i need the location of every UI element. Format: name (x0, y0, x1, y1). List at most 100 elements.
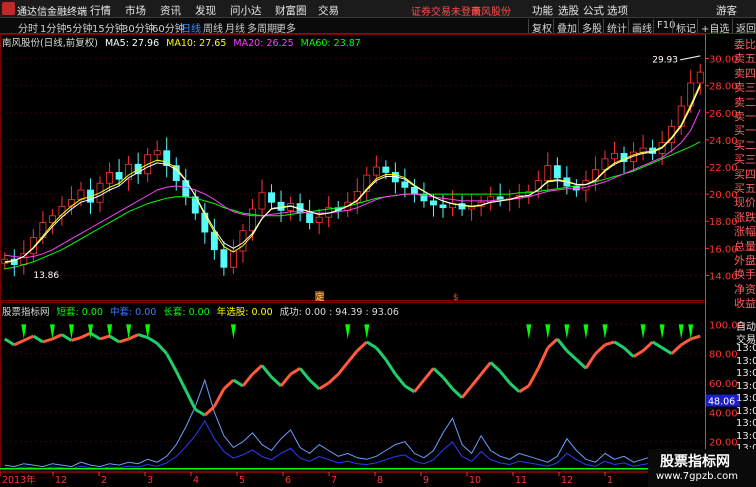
stock-title: 南风股份 (471, 7, 511, 18)
indicator-tick-label: 20.00 (709, 438, 738, 449)
menu-gongneng[interactable]: 功能 (532, 3, 553, 18)
candle-body (696, 71, 704, 84)
menu-hangqing[interactable]: 行情 (90, 3, 111, 18)
app-name: 通达信金融终端 (17, 7, 87, 18)
menu-jiaoyi[interactable]: 交易 (318, 3, 339, 18)
indicator-curve-segment (346, 349, 359, 364)
back-button[interactable]: 返回 (732, 19, 756, 35)
indicator-curve-segment (356, 340, 368, 352)
indicator-curve-segment (165, 352, 178, 372)
tab-more[interactable]: 更多 (276, 20, 296, 35)
indicator-curve-segment (71, 336, 82, 342)
tab-30min[interactable]: 30分钟 (122, 20, 155, 35)
indicator-curve-segment (32, 334, 44, 344)
indicator-curve-segment (661, 346, 673, 355)
indicator-curve-segment (404, 384, 416, 394)
indicator-curve-segment (432, 367, 445, 379)
candle-body (229, 250, 237, 268)
buy-signal-marker (230, 324, 236, 339)
indicator-curve-segment (594, 343, 606, 355)
indicator-curve-segment (651, 340, 663, 350)
indicator-curve-segment (375, 346, 388, 361)
indicator-curve-segment (536, 347, 550, 369)
indicator-curve-segment (556, 338, 569, 352)
x-tick-label: 9 (423, 475, 429, 486)
tab-60min[interactable]: 60分钟 (152, 20, 185, 35)
indicator-curve-segment (13, 339, 25, 347)
x-tick-label: 4 (193, 475, 199, 486)
buy-signal-marker (88, 324, 94, 339)
menu-faxian[interactable]: 发现 (195, 3, 216, 18)
candle-body (382, 166, 390, 173)
tab-15min[interactable]: 15分钟 (92, 20, 125, 35)
buy-signal-marker (526, 324, 532, 339)
buy-signal-marker (564, 324, 570, 339)
menu-wenxiaoda[interactable]: 问小达 (230, 3, 262, 18)
candle-body (115, 172, 123, 180)
low-annotation: 13.86 (33, 271, 59, 281)
tab-weekly[interactable]: 周线 (203, 20, 223, 35)
mark-button[interactable]: 标记 (672, 19, 699, 35)
indicator-curve-segment (518, 384, 530, 394)
add-watchlist-button[interactable]: +自选 (697, 19, 732, 35)
indicator-curve-segment (422, 367, 435, 382)
indicator-curve-segment (394, 373, 407, 387)
watermark: 股票指标网 www.7gpzb.com (648, 449, 756, 487)
buy-signal-marker (345, 324, 351, 339)
indicator-curve-segment (584, 352, 597, 370)
candle-body (372, 166, 380, 176)
indicator-value-text: 48.06 (708, 397, 735, 408)
x-tick-label: 3 (147, 475, 153, 486)
chart-canvas[interactable]: 30.0028.0026.0024.0022.0020.0018.0016.00… (0, 34, 756, 487)
indicator-curve-segment (308, 378, 321, 390)
menu-zixun[interactable]: 资讯 (160, 3, 181, 18)
draw-line-button[interactable]: 画线 (628, 19, 655, 35)
candle-body (106, 172, 114, 184)
candle-body (68, 199, 75, 207)
adjust-button[interactable]: 复权 (528, 19, 555, 35)
indicator-curve-segment (203, 405, 216, 417)
tab-daily[interactable]: 日线 (181, 20, 201, 35)
candle-body (315, 216, 323, 223)
multi-stock-button[interactable]: 多股 (578, 19, 605, 35)
buy-signal-marker (678, 324, 684, 339)
indicator-curve-segment (279, 373, 292, 387)
menu-xuanxiang[interactable]: 选项 (607, 3, 628, 18)
tab-monthly[interactable]: 月线 (225, 20, 245, 35)
high-annotation-arrow (680, 55, 701, 61)
buy-signal-marker (583, 324, 589, 339)
indicator-curve-segment (575, 358, 587, 370)
candles (1, 63, 704, 277)
menu-bar: 通达信金融终端 行情 市场 资讯 发现 问小达 财富圈 交易 证券交易未登录 南… (0, 0, 756, 18)
indicator-side-label: 13:00 (736, 355, 756, 367)
buy-signal-marker (659, 324, 665, 339)
indicator-curve-segment (499, 370, 511, 384)
x-tick-label: 6 (285, 475, 291, 486)
menu-caifuquan[interactable]: 财富圈 (275, 3, 307, 18)
indicator-side-label: 13:00 (736, 343, 756, 354)
menu-youke[interactable]: 游客 (716, 3, 737, 18)
x-tick-label: 2013年 (2, 474, 36, 486)
buy-signal-marker (545, 324, 551, 339)
stats-button[interactable]: 统计 (603, 19, 630, 35)
menu-gongshi[interactable]: 公式 (583, 3, 604, 18)
menu-shichang[interactable]: 市场 (125, 3, 146, 18)
indicator-curve-segment (623, 346, 635, 358)
tab-multi-period[interactable]: 多周期 (247, 20, 277, 35)
indicator-curve-segment (108, 334, 120, 344)
candle-body (306, 212, 314, 223)
tab-fenshi[interactable]: 分时 (18, 20, 38, 35)
tab-1min[interactable]: 1分钟 (40, 20, 66, 35)
tab-5min[interactable]: 5分钟 (66, 20, 92, 35)
indicator-curve-segment (23, 334, 34, 342)
indicator-curve-segment (337, 361, 349, 376)
x-tick-label: 12 (561, 475, 573, 486)
overlay-button[interactable]: 叠加 (553, 19, 580, 35)
indicator-curve-segment (213, 388, 226, 408)
candle-body (677, 105, 685, 127)
buy-signal-marker (602, 324, 608, 339)
indicator-curve-segment (366, 340, 378, 350)
quote-label: 收益 (734, 297, 756, 311)
menu-xuangu[interactable]: 选股 (558, 3, 579, 18)
indicator-curve-segment (470, 373, 483, 387)
